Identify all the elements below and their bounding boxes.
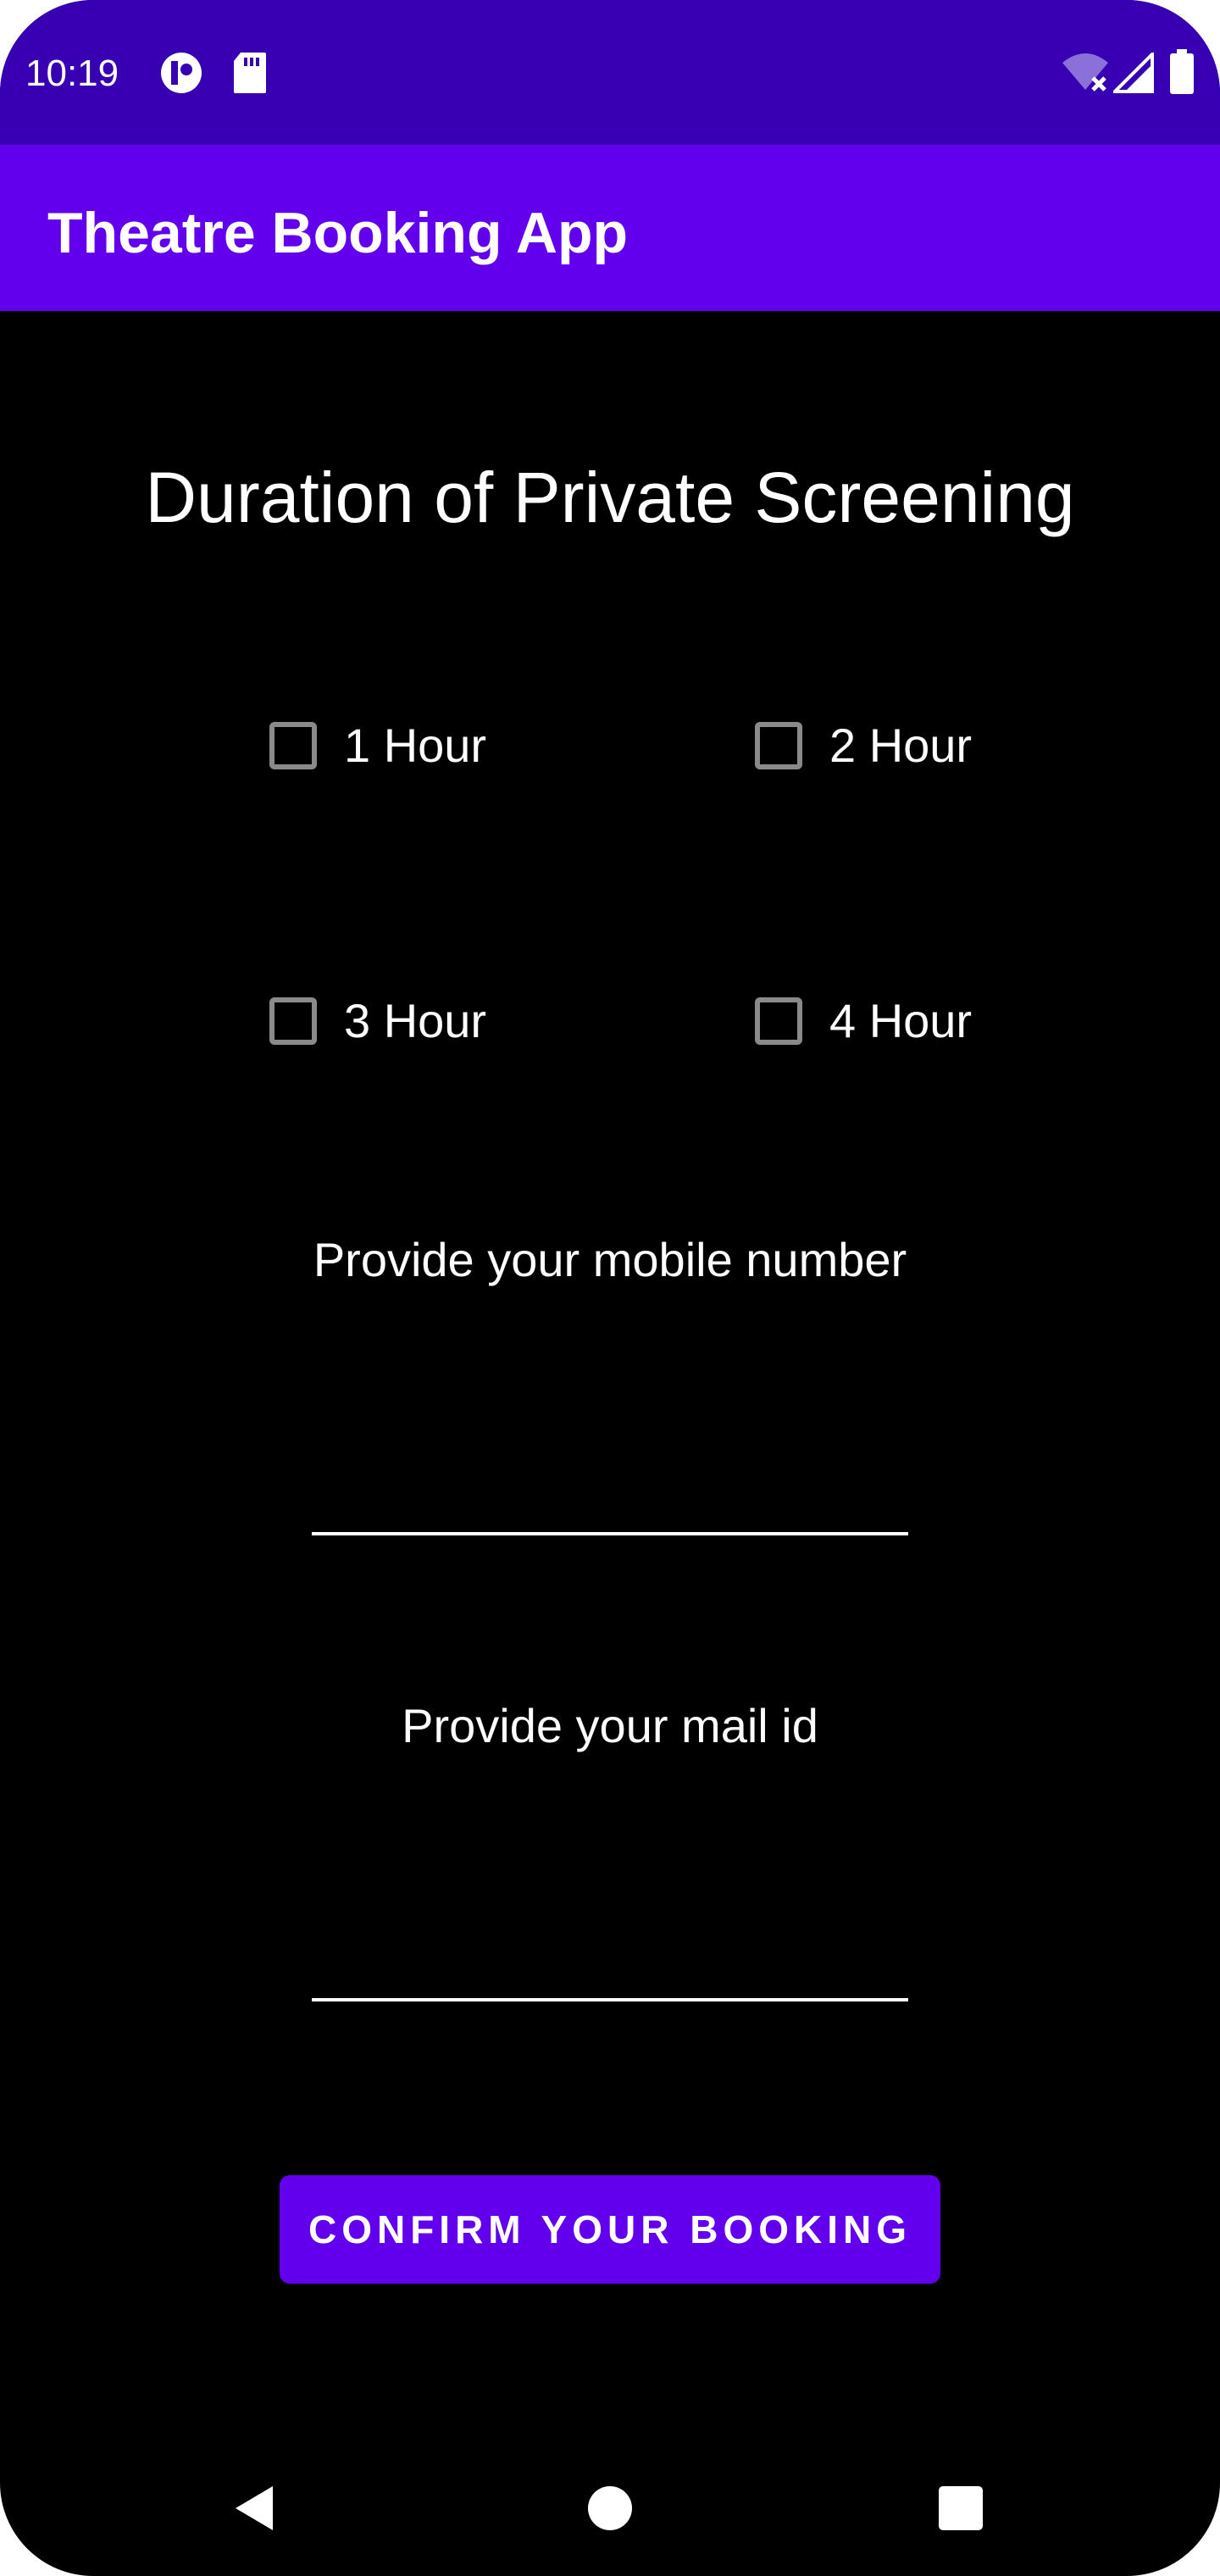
checkbox-2-hour[interactable]: 2 Hour (755, 712, 972, 780)
status-bar: 10:19 (0, 0, 1220, 145)
battery-icon (1169, 49, 1195, 99)
mobile-number-input[interactable] (312, 1451, 908, 1535)
media-notification-icon (159, 51, 203, 99)
wifi-off-icon (1061, 53, 1110, 96)
confirm-booking-button[interactable]: CONFIRM YOUR BOOKING (280, 2175, 940, 2284)
checkbox-box[interactable] (269, 722, 317, 769)
home-icon[interactable] (576, 2474, 644, 2542)
mail-id-label: Provide your mail id (402, 1699, 818, 1752)
checkbox-label: 2 Hour (829, 719, 973, 772)
sd-card-icon (232, 51, 268, 99)
signal-icon (1111, 50, 1154, 97)
back-icon[interactable] (220, 2474, 288, 2542)
recents-icon[interactable] (927, 2474, 995, 2542)
checkbox-box[interactable] (269, 997, 317, 1045)
booking-form: Duration of Private Screening 1 Hour 2 H… (0, 311, 1220, 2429)
phone-screen: 10:19 Theatre Booking App Duration of Pr… (0, 0, 1220, 2576)
mail-id-input[interactable] (312, 1917, 908, 2001)
app-title: Theatre Booking App (47, 201, 629, 265)
checkbox-label: 4 Hour (829, 994, 973, 1047)
checkbox-box[interactable] (755, 722, 802, 769)
checkbox-1-hour[interactable]: 1 Hour (269, 712, 486, 780)
checkbox-label: 3 Hour (344, 994, 487, 1047)
page-heading: Duration of Private Screening (145, 458, 1075, 537)
app-bar: Theatre Booking App (0, 145, 1220, 311)
navigation-bar (0, 2432, 1220, 2576)
checkbox-3-hour[interactable]: 3 Hour (269, 987, 486, 1055)
mobile-number-label: Provide your mobile number (313, 1233, 907, 1286)
checkbox-label: 1 Hour (344, 719, 487, 772)
checkbox-4-hour[interactable]: 4 Hour (755, 987, 972, 1055)
checkbox-box[interactable] (755, 997, 802, 1045)
status-time: 10:19 (25, 53, 119, 94)
